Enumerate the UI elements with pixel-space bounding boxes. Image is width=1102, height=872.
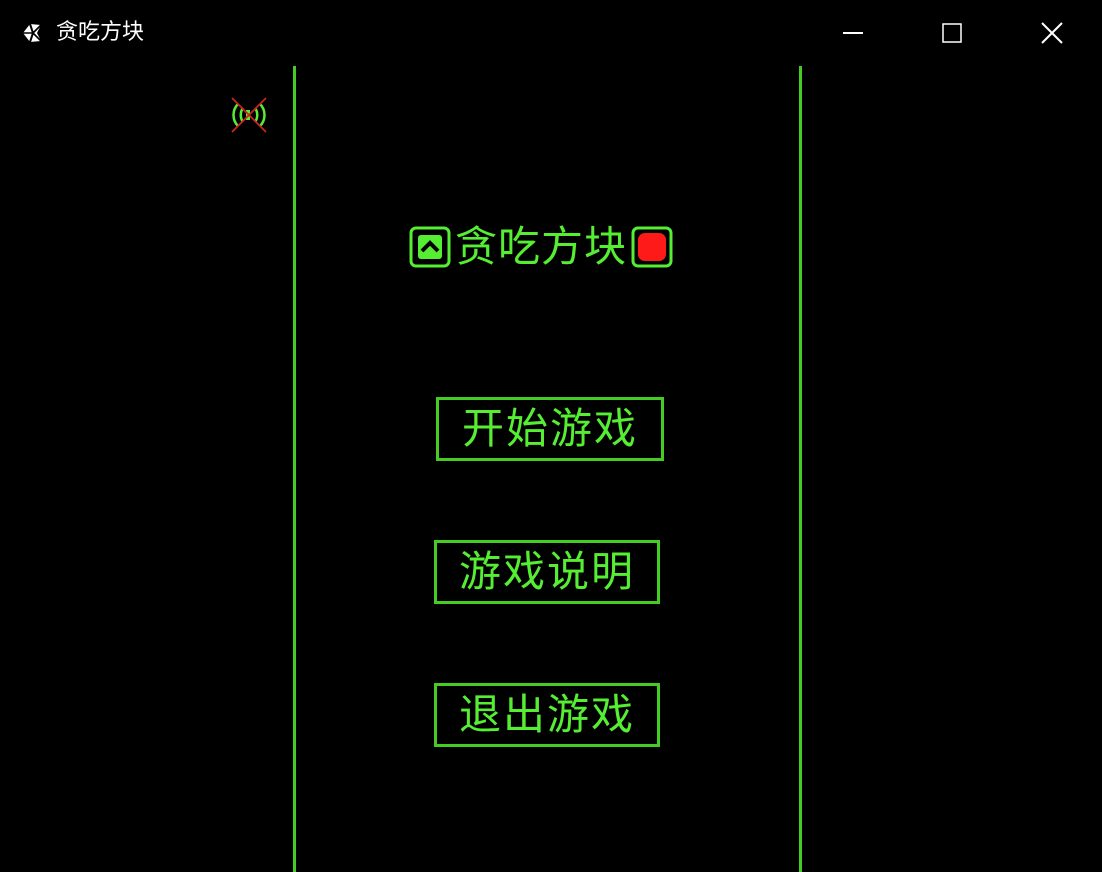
- window-title: 贪吃方块: [56, 20, 145, 45]
- quit-game-button[interactable]: 退出游戏: [434, 683, 660, 747]
- sound-muted-icon[interactable]: [226, 94, 272, 136]
- unity-logo-icon: [23, 23, 42, 43]
- title-bar[interactable]: 贪吃方块: [0, 0, 1102, 66]
- left-wall: [293, 66, 296, 872]
- start-game-button[interactable]: 开始游戏: [436, 397, 664, 461]
- minimize-button[interactable]: [823, 10, 883, 56]
- maximize-icon: [942, 23, 962, 43]
- maximize-button[interactable]: [922, 10, 982, 56]
- close-button[interactable]: [1022, 10, 1082, 56]
- game-title: 贪吃方块: [409, 222, 673, 272]
- game-instructions-button[interactable]: 游戏说明: [434, 540, 660, 604]
- minimize-icon: [843, 32, 863, 34]
- close-icon: [1041, 22, 1063, 44]
- game-title-text: 贪吃方块: [455, 222, 628, 271]
- right-wall: [799, 66, 802, 872]
- snake-head-up-icon: [409, 226, 451, 268]
- food-block-icon: [631, 226, 673, 268]
- game-window: 贪吃方块 贪吃方块 开始游戏 游戏说明 退出游戏: [0, 0, 1102, 872]
